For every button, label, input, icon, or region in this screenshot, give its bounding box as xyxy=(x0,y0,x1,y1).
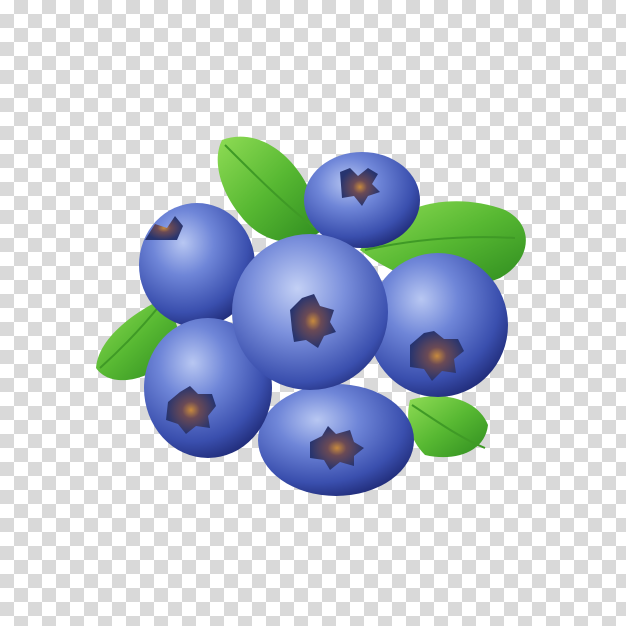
blueberry-center xyxy=(232,234,388,390)
leaf-bottom-right xyxy=(408,396,488,458)
transparency-checkerboard-background xyxy=(0,0,626,626)
blueberry-bottom xyxy=(258,384,414,496)
blueberry-cluster-icon xyxy=(96,136,526,496)
blueberry-right xyxy=(368,253,508,397)
blueberry-top-right xyxy=(304,152,420,248)
